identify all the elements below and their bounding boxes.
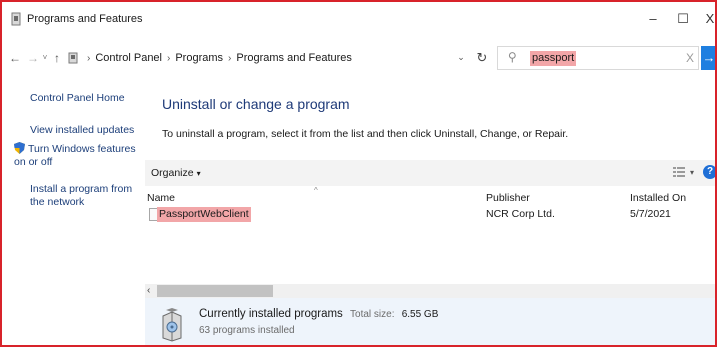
windows-features-link[interactable]: Turn Windows features on or off bbox=[14, 142, 144, 169]
installer-box-icon bbox=[162, 308, 182, 342]
breadcrumb-programs[interactable]: Programs bbox=[175, 52, 223, 64]
control-panel-home-link[interactable]: Control Panel Home bbox=[30, 92, 125, 105]
help-icon[interactable]: ? bbox=[703, 165, 715, 179]
close-button[interactable]: X bbox=[699, 10, 715, 28]
search-go-button[interactable]: → bbox=[701, 46, 715, 70]
details-pane: Currently installed programs Total size:… bbox=[145, 298, 715, 345]
total-size-label: Total size: bbox=[350, 309, 395, 320]
shield-icon bbox=[14, 142, 25, 154]
search-query[interactable]: passport bbox=[530, 51, 577, 66]
maximize-button[interactable]: ☐ bbox=[672, 10, 694, 28]
recent-locations-button[interactable]: ˅ bbox=[40, 50, 50, 66]
address-dropdown-button[interactable]: ⌄ bbox=[455, 52, 467, 63]
breadcrumb-control-panel[interactable]: Control Panel bbox=[95, 52, 162, 64]
title-bar: Programs and Features – ☐ X bbox=[2, 2, 715, 36]
column-header-publisher[interactable]: Publisher bbox=[486, 192, 530, 204]
total-size-value: 6.55 GB bbox=[401, 309, 439, 320]
page-title: Uninstall or change a program bbox=[162, 96, 350, 112]
programs-icon bbox=[68, 52, 78, 64]
scroll-left-icon[interactable]: ‹ bbox=[147, 284, 157, 298]
program-installed-on: 5/7/2021 bbox=[630, 208, 671, 220]
install-from-network-link[interactable]: Install a program from the network bbox=[30, 183, 138, 209]
program-publisher: NCR Corp Ltd. bbox=[486, 208, 555, 220]
column-header-installed-on[interactable]: Installed On bbox=[630, 192, 686, 204]
window-title: Programs and Features bbox=[27, 13, 143, 25]
view-installed-updates-link[interactable]: View installed updates bbox=[30, 124, 134, 137]
table-row[interactable]: PassportWebClient NCR Corp Ltd. 5/7/2021 bbox=[145, 206, 715, 224]
chevron-right-icon: › bbox=[87, 52, 91, 64]
forward-button[interactable]: → bbox=[26, 50, 40, 66]
minimize-button[interactable]: – bbox=[642, 10, 664, 28]
programs-and-features-window: Programs and Features – ☐ X ← → ˅ ↑ › Co… bbox=[0, 0, 717, 347]
list-view-icon bbox=[673, 167, 685, 177]
view-options-icon[interactable] bbox=[673, 166, 685, 179]
program-count: 63 programs installed bbox=[199, 325, 295, 336]
windows-features-label: Turn Windows features on or off bbox=[14, 143, 136, 168]
scrollbar-thumb[interactable] bbox=[157, 285, 273, 297]
search-icon: ⚲ bbox=[508, 50, 517, 64]
chevron-right-icon: › bbox=[228, 52, 232, 64]
search-input[interactable]: ⚲ passport X bbox=[497, 46, 699, 70]
organize-button[interactable]: Organize ▾ bbox=[151, 167, 201, 179]
address-row: ← → ˅ ↑ › Control Panel › Programs › Pro… bbox=[2, 44, 715, 72]
breadcrumb-programs-and-features[interactable]: Programs and Features bbox=[236, 52, 352, 64]
details-title: Currently installed programs bbox=[199, 308, 343, 320]
breadcrumb[interactable]: › Control Panel › Programs › Programs an… bbox=[68, 52, 352, 64]
left-pane: Control Panel Home View installed update… bbox=[2, 84, 144, 345]
program-name[interactable]: PassportWebClient bbox=[157, 207, 251, 222]
refresh-button[interactable]: ↻ bbox=[474, 50, 490, 66]
organize-label: Organize bbox=[151, 167, 194, 179]
sort-ascending-icon: ^ bbox=[314, 186, 318, 195]
toolbar: Organize ▾ ▾ ? bbox=[145, 160, 715, 186]
column-header-name[interactable]: Name bbox=[147, 192, 175, 204]
details-title-line: Currently installed programs Total size:… bbox=[199, 308, 438, 320]
programs-icon bbox=[11, 12, 21, 26]
page-description: To uninstall a program, select it from t… bbox=[162, 128, 569, 140]
view-options-caret-icon[interactable]: ▾ bbox=[690, 168, 694, 177]
up-button[interactable]: ↑ bbox=[51, 50, 63, 66]
chevron-right-icon: › bbox=[167, 52, 171, 64]
caret-down-icon: ▾ bbox=[196, 169, 201, 178]
clear-search-button[interactable]: X bbox=[686, 51, 694, 65]
back-button[interactable]: ← bbox=[8, 50, 22, 66]
horizontal-scrollbar[interactable]: ‹ bbox=[145, 284, 715, 298]
